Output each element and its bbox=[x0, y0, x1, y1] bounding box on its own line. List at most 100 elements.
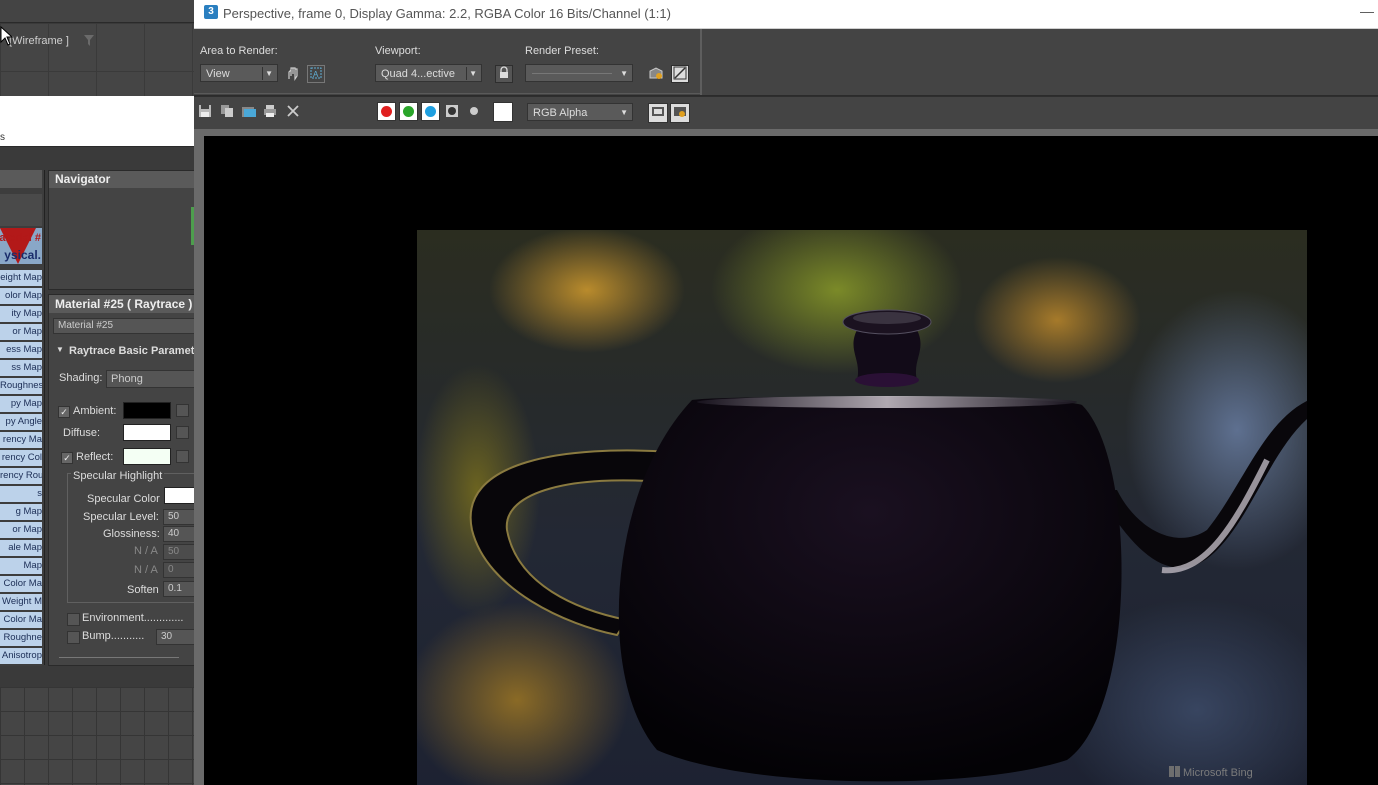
watermark-text: Microsoft Bing bbox=[1183, 767, 1253, 779]
red-channel-toggle[interactable] bbox=[377, 102, 396, 121]
map-slot[interactable]: py Map bbox=[0, 396, 42, 414]
glossiness-label: Glossiness: bbox=[103, 528, 160, 540]
teapot-render bbox=[469, 309, 1307, 782]
alpha-channel-toggle[interactable] bbox=[444, 104, 460, 120]
microsoft-logo-icon bbox=[1169, 766, 1180, 777]
specular-color-swatch[interactable] bbox=[164, 487, 195, 504]
lock-icon[interactable] bbox=[495, 65, 513, 83]
specular-level-spinner[interactable]: 50 bbox=[163, 509, 195, 525]
mouse-cursor-icon bbox=[0, 26, 14, 46]
viewport-dropdown[interactable]: Quad 4...ective ▼ bbox=[375, 64, 482, 82]
viewport-grid-bottom[interactable] bbox=[0, 687, 194, 785]
render-preset-dropdown[interactable]: ▼ bbox=[525, 64, 633, 82]
map-slot[interactable]: or Map bbox=[0, 324, 42, 342]
render-setup-icon[interactable] bbox=[648, 65, 664, 81]
map-slot[interactable]: ale Map bbox=[0, 540, 42, 558]
environment-effects-icon[interactable] bbox=[671, 65, 689, 83]
chevron-down-icon: ▼ bbox=[620, 108, 628, 117]
material-panel-title: Material #25 ( Raytrace ) bbox=[49, 295, 195, 313]
filter-icon[interactable] bbox=[84, 35, 94, 46]
rendered-image[interactable]: Microsoft Bing bbox=[204, 136, 1378, 785]
render-settings-group bbox=[194, 29, 701, 94]
material-node-header[interactable]: aterial # ysical. bbox=[0, 228, 42, 264]
area-to-render-dropdown[interactable]: View ▼ bbox=[200, 64, 278, 82]
bump-amount-spinner[interactable]: 30 bbox=[156, 629, 195, 645]
map-slot[interactable]: s bbox=[0, 486, 42, 504]
reflect-label: Reflect: bbox=[76, 451, 114, 463]
status-text: s bbox=[0, 132, 5, 143]
reflect-checkbox[interactable]: ✓ bbox=[61, 452, 73, 464]
map-slot[interactable]: Anisotrop bbox=[0, 648, 42, 666]
map-slot[interactable]: Roughnes bbox=[0, 378, 42, 396]
blue-channel-icon bbox=[425, 106, 436, 117]
reflect-color-swatch[interactable] bbox=[123, 448, 171, 465]
ambient-map-button[interactable] bbox=[176, 404, 189, 417]
viewport-grid[interactable] bbox=[0, 23, 194, 96]
render-window-titlebar[interactable]: 3 Perspective, frame 0, Display Gamma: 2… bbox=[194, 0, 1378, 29]
render-settings-bar: Area to Render: View ▼ A Viewport: Quad … bbox=[194, 29, 1378, 95]
blue-channel-toggle[interactable] bbox=[421, 102, 440, 121]
copy-image-icon[interactable] bbox=[219, 104, 235, 120]
viewport-shading-label[interactable]: [Wireframe ] bbox=[9, 35, 69, 47]
material-name-field[interactable]: Material #25 bbox=[53, 318, 195, 334]
clear-icon[interactable] bbox=[285, 104, 301, 120]
material-node-column: aterial # ysical. eight Map olor Map ity M… bbox=[0, 170, 45, 666]
rollout-collapse-icon[interactable]: ▼ bbox=[56, 345, 64, 354]
map-slot[interactable]: Color Ma bbox=[0, 612, 42, 630]
area-to-render-label: Area to Render: bbox=[200, 45, 278, 57]
auto-region-icon[interactable]: A bbox=[307, 65, 325, 83]
environment-label: Environment............. bbox=[82, 612, 184, 624]
map-slot[interactable]: ity Map bbox=[0, 306, 42, 324]
diffuse-map-button[interactable] bbox=[176, 426, 189, 439]
toggle-ui-overlay-icon[interactable] bbox=[670, 103, 690, 123]
red-channel-icon bbox=[381, 106, 392, 117]
green-channel-toggle[interactable] bbox=[399, 102, 418, 121]
map-slot[interactable]: or Map bbox=[0, 522, 42, 540]
na-spinner-1: 50 bbox=[163, 544, 195, 560]
print-icon[interactable] bbox=[262, 104, 278, 120]
map-slot[interactable]: Roughne bbox=[0, 630, 42, 648]
map-slot[interactable]: ss Map bbox=[0, 360, 42, 378]
background-color-swatch[interactable] bbox=[493, 102, 513, 122]
map-slot[interactable]: ess Map bbox=[0, 342, 42, 360]
edit-region-icon[interactable] bbox=[285, 65, 301, 81]
render-preset-label: Render Preset: bbox=[525, 45, 599, 57]
soften-spinner[interactable]: 0.1 bbox=[163, 581, 195, 597]
diffuse-color-swatch[interactable] bbox=[123, 424, 171, 441]
shading-dropdown[interactable]: Phong bbox=[106, 370, 195, 388]
map-slot[interactable]: Weight M bbox=[0, 594, 42, 612]
map-slot[interactable]: py Angle bbox=[0, 414, 42, 432]
display-channel-dropdown[interactable]: RGB Alpha ▼ bbox=[527, 103, 633, 121]
map-slot[interactable]: olor Map bbox=[0, 288, 42, 306]
ambient-label: Ambient: bbox=[73, 405, 117, 417]
glossiness-spinner[interactable]: 40 bbox=[163, 526, 195, 542]
background-photo bbox=[417, 230, 1307, 785]
map-slot[interactable]: rency Rou bbox=[0, 468, 42, 486]
navigator-title: Navigator bbox=[49, 171, 195, 188]
map-slot[interactable]: rency Ma bbox=[0, 432, 42, 450]
specular-level-label: Specular Level: bbox=[83, 511, 159, 523]
map-slot[interactable]: Map bbox=[0, 558, 42, 576]
display-channel-value: RGB Alpha bbox=[533, 107, 588, 119]
na-label-2: N / A bbox=[134, 564, 158, 576]
save-image-icon[interactable] bbox=[197, 104, 213, 120]
rollout-title[interactable]: Raytrace Basic Parameters bbox=[69, 345, 195, 357]
shading-label: Shading: bbox=[59, 372, 103, 384]
bump-checkbox[interactable] bbox=[67, 631, 80, 644]
viewport-top-left: [Wireframe ] bbox=[0, 0, 194, 96]
viewport-label: Viewport: bbox=[375, 45, 421, 57]
ambient-color-swatch[interactable] bbox=[123, 402, 171, 419]
map-slot[interactable]: g Map bbox=[0, 504, 42, 522]
area-to-render-value: View bbox=[206, 68, 230, 80]
map-slot[interactable]: eight Map bbox=[0, 270, 42, 288]
reflect-map-button[interactable] bbox=[176, 450, 189, 463]
monochrome-toggle[interactable] bbox=[466, 104, 482, 120]
map-slot[interactable]: Color Ma bbox=[0, 576, 42, 594]
map-slot[interactable]: rency Col bbox=[0, 450, 42, 468]
show-history-icon[interactable] bbox=[648, 103, 668, 123]
clone-frame-icon[interactable] bbox=[241, 104, 257, 120]
soften-label: Soften bbox=[127, 584, 159, 596]
minimize-button[interactable]: — bbox=[1360, 3, 1374, 19]
environment-checkbox[interactable] bbox=[67, 613, 80, 626]
ambient-checkbox[interactable]: ✓ bbox=[58, 406, 70, 418]
